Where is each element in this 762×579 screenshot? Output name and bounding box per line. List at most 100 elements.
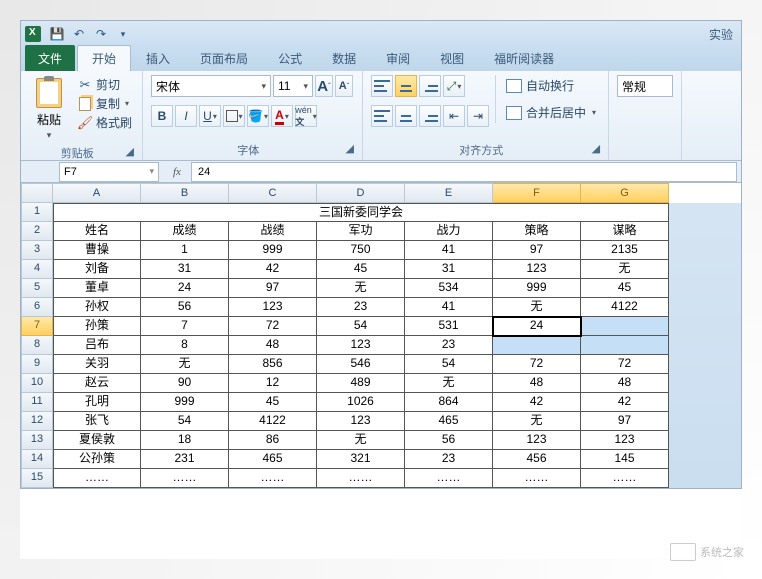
data-cell[interactable]: 无 [493, 298, 581, 317]
data-cell[interactable]: 54 [317, 317, 405, 336]
data-cell[interactable] [493, 336, 581, 355]
row-header-4[interactable]: 4 [21, 260, 53, 279]
data-cell[interactable] [581, 317, 669, 336]
row-header-1[interactable]: 1 [21, 203, 53, 222]
tab-review[interactable]: 审阅 [371, 45, 425, 71]
row-header-9[interactable]: 9 [21, 355, 53, 374]
font-launcher-icon[interactable]: ◢ [346, 142, 354, 155]
data-cell[interactable]: 72 [229, 317, 317, 336]
align-top-button[interactable] [371, 75, 393, 97]
data-cell[interactable]: 夏侯敦 [53, 431, 141, 450]
header-cell[interactable]: 成绩 [141, 222, 229, 241]
col-header-E[interactable]: E [405, 183, 493, 203]
redo-icon[interactable]: ↷ [91, 24, 111, 44]
data-cell[interactable]: 86 [229, 431, 317, 450]
grow-font-button[interactable]: Aˆ [315, 75, 333, 97]
data-cell[interactable]: 465 [405, 412, 493, 431]
fill-color-button[interactable]: 🪣▾ [247, 105, 269, 127]
header-cell[interactable]: 战力 [405, 222, 493, 241]
data-cell[interactable]: 31 [405, 260, 493, 279]
paste-button[interactable]: 粘贴 ▾ [29, 75, 69, 143]
data-cell[interactable]: 97 [493, 241, 581, 260]
data-cell[interactable]: 1 [141, 241, 229, 260]
data-cell[interactable]: 72 [581, 355, 669, 374]
data-cell[interactable]: 546 [317, 355, 405, 374]
header-cell[interactable]: 谋略 [581, 222, 669, 241]
row-header-2[interactable]: 2 [21, 222, 53, 241]
tab-file[interactable]: 文件 [25, 45, 75, 71]
data-cell[interactable]: 123 [317, 412, 405, 431]
merge-center-button[interactable]: 合并后居中▾ [502, 102, 600, 123]
data-cell[interactable]: 孙策 [53, 317, 141, 336]
title-cell[interactable]: 三国新委同学会 [53, 203, 669, 222]
row-header-12[interactable]: 12 [21, 412, 53, 431]
data-cell[interactable]: 999 [229, 241, 317, 260]
data-cell[interactable]: 45 [317, 260, 405, 279]
data-cell[interactable]: 2135 [581, 241, 669, 260]
data-cell[interactable]: 公孙策 [53, 450, 141, 469]
italic-button[interactable]: I [175, 105, 197, 127]
data-cell[interactable]: 123 [317, 336, 405, 355]
data-cell[interactable]: …… [141, 469, 229, 488]
data-cell[interactable]: 864 [405, 393, 493, 412]
data-cell[interactable]: 31 [141, 260, 229, 279]
tab-foxit[interactable]: 福昕阅读器 [479, 45, 569, 71]
data-cell[interactable]: 97 [581, 412, 669, 431]
select-all-corner[interactable] [21, 183, 53, 203]
row-header-13[interactable]: 13 [21, 431, 53, 450]
data-cell[interactable]: 45 [229, 393, 317, 412]
row-header-3[interactable]: 3 [21, 241, 53, 260]
data-cell[interactable]: 231 [141, 450, 229, 469]
data-cell[interactable]: 赵云 [53, 374, 141, 393]
data-cell[interactable]: 41 [405, 241, 493, 260]
phonetic-button[interactable]: wén文▾ [295, 105, 317, 127]
align-left-button[interactable] [371, 105, 393, 127]
qat-dropdown-icon[interactable]: ▾ [113, 24, 133, 44]
data-cell[interactable]: 12 [229, 374, 317, 393]
data-cell[interactable]: 4122 [581, 298, 669, 317]
data-cell[interactable]: 489 [317, 374, 405, 393]
data-cell[interactable]: …… [405, 469, 493, 488]
data-cell[interactable]: 123 [493, 260, 581, 279]
row-header-6[interactable]: 6 [21, 298, 53, 317]
orientation-button[interactable]: ⤢▾ [443, 75, 465, 97]
cut-button[interactable]: ✂剪切 [75, 75, 134, 94]
row-header-11[interactable]: 11 [21, 393, 53, 412]
data-cell[interactable]: 531 [405, 317, 493, 336]
data-cell[interactable]: 48 [493, 374, 581, 393]
data-cell[interactable]: 4122 [229, 412, 317, 431]
underline-button[interactable]: U▾ [199, 105, 221, 127]
tab-home[interactable]: 开始 [77, 45, 131, 71]
data-cell[interactable]: 24 [141, 279, 229, 298]
data-cell[interactable] [581, 336, 669, 355]
align-center-button[interactable] [395, 105, 417, 127]
header-cell[interactable]: 姓名 [53, 222, 141, 241]
shrink-font-button[interactable]: Aˇ [335, 75, 353, 97]
wrap-text-button[interactable]: 自动换行 [502, 75, 600, 96]
data-cell[interactable]: 999 [141, 393, 229, 412]
data-cell[interactable]: 孔明 [53, 393, 141, 412]
data-cell[interactable]: 23 [405, 336, 493, 355]
tab-layout[interactable]: 页面布局 [185, 45, 263, 71]
undo-icon[interactable]: ↶ [69, 24, 89, 44]
data-cell[interactable]: 72 [493, 355, 581, 374]
data-cell[interactable]: 56 [141, 298, 229, 317]
data-cell[interactable]: …… [581, 469, 669, 488]
data-cell[interactable]: 56 [405, 431, 493, 450]
data-cell[interactable]: 8 [141, 336, 229, 355]
data-cell[interactable]: 无 [405, 374, 493, 393]
data-cell[interactable]: 关羽 [53, 355, 141, 374]
col-header-A[interactable]: A [53, 183, 141, 203]
data-cell[interactable]: 18 [141, 431, 229, 450]
font-name-combo[interactable]: 宋体▾ [151, 75, 271, 97]
data-cell[interactable]: 145 [581, 450, 669, 469]
data-cell[interactable]: 54 [141, 412, 229, 431]
fx-icon[interactable]: fx [167, 166, 187, 178]
data-cell[interactable]: 42 [581, 393, 669, 412]
align-launcher-icon[interactable]: ◢ [592, 142, 600, 155]
data-cell[interactable]: 无 [317, 431, 405, 450]
clipboard-launcher-icon[interactable]: ◢ [126, 145, 134, 158]
data-cell[interactable]: 90 [141, 374, 229, 393]
data-cell[interactable]: 23 [405, 450, 493, 469]
font-size-combo[interactable]: 11▾ [273, 75, 313, 97]
